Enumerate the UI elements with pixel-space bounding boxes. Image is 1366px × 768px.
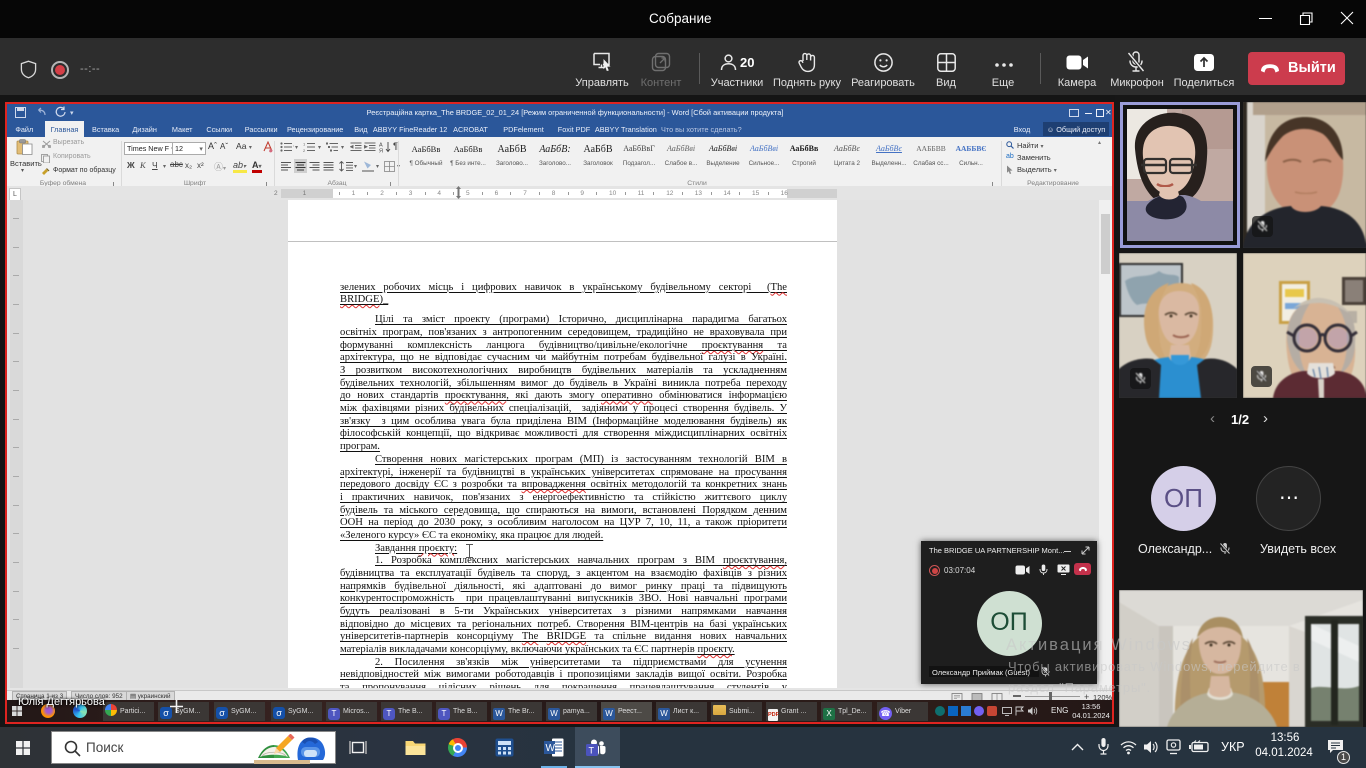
svg-text:1: 1 xyxy=(303,142,306,147)
svg-text:2: 2 xyxy=(303,148,306,152)
svg-text:W: W xyxy=(546,743,556,754)
svg-text:T: T xyxy=(589,746,595,756)
svg-text:Я: Я xyxy=(379,148,383,153)
